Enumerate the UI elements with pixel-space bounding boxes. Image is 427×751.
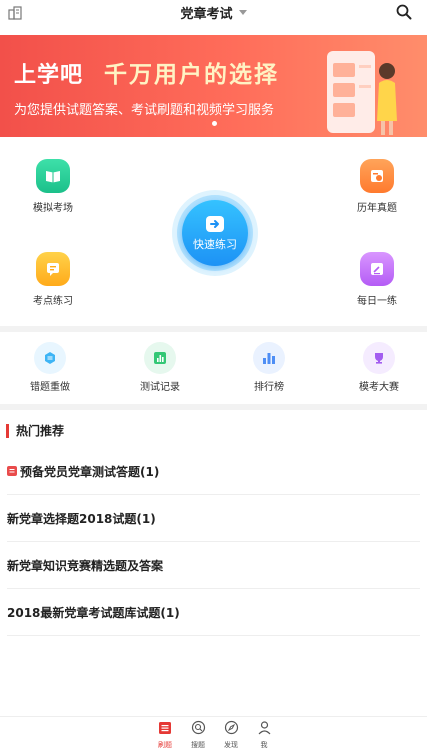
- compass-icon: [224, 720, 238, 735]
- list-item-title: 新党章选择题2018试题(1): [7, 511, 156, 526]
- leaderboard-item[interactable]: 排行榜: [229, 342, 309, 393]
- tab-label: 刷题: [158, 741, 172, 749]
- book-icon: [36, 159, 70, 193]
- wrong-redo-label: 错题重做: [30, 382, 70, 393]
- chat-icon: [36, 252, 70, 286]
- quick-practice-label: 快速练习: [193, 237, 237, 251]
- list-item[interactable]: 新党章选择题2018试题(1): [7, 495, 420, 542]
- banner-illustration: [327, 51, 397, 135]
- daily-practice-label: 每日一练: [357, 296, 397, 307]
- trophy-icon: [363, 342, 395, 374]
- mock-exam-label: 模拟考场: [33, 203, 73, 214]
- carousel-indicator: [212, 121, 217, 126]
- shortcut-row: 错题重做 测试记录 排行榜 模考大赛: [0, 334, 427, 404]
- tab-me[interactable]: 我: [247, 720, 281, 750]
- quick-practice-button[interactable]: 快速练习: [172, 190, 258, 276]
- subject-selector[interactable]: 党章考试: [0, 3, 427, 22]
- practice-grid: 模拟考场 历年真题 快速练习 考点练习 每日一练: [0, 140, 427, 326]
- bottom-tab-bar: 刷题 搜题 发现 我: [0, 716, 427, 751]
- test-records-label: 测试记录: [140, 382, 180, 393]
- bar-chart-icon: [144, 342, 176, 374]
- section-divider: [0, 326, 427, 332]
- past-exams-label: 历年真题: [357, 203, 397, 214]
- swap-icon: [34, 342, 66, 374]
- banner-subtitle: 为您提供试题答案、考试刷题和视频学习服务: [14, 103, 275, 118]
- hot-recommend-title: 热门推荐: [6, 424, 64, 438]
- tab-label: 我: [260, 741, 268, 749]
- page-title: 党章考试: [180, 7, 233, 22]
- user-icon: [258, 721, 270, 735]
- list-icon: [159, 722, 171, 734]
- arrow-right-icon: [206, 215, 224, 232]
- wrong-redo-item[interactable]: 错题重做: [10, 342, 90, 393]
- list-item-title: 预备党员党章测试答题(1): [20, 464, 160, 479]
- daily-practice-tile[interactable]: 每日一练: [337, 252, 417, 307]
- hot-list: 预备党员党章测试答题(1) 新党章选择题2018试题(1) 新党章知识竞赛精选题…: [7, 448, 420, 636]
- list-item-title: 2018最新党章考试题库试题(1): [7, 605, 180, 620]
- tab-label: 搜题: [191, 741, 205, 749]
- tab-practice[interactable]: 刷题: [148, 720, 182, 750]
- list-item-title: 新党章知识竞赛精选题及答案: [7, 558, 164, 573]
- edit-icon: [360, 252, 394, 286]
- promo-banner[interactable]: 上学吧 千万用户的选择 为您提供试题答案、考试刷题和视频学习服务: [0, 35, 427, 137]
- past-exams-tile[interactable]: 历年真题: [337, 159, 417, 214]
- mock-contest-item[interactable]: 模考大赛: [339, 342, 419, 393]
- top-bar: 党章考试: [0, 0, 427, 26]
- search-icon[interactable]: [395, 3, 413, 21]
- tab-discover[interactable]: 发现: [214, 720, 248, 750]
- leaderboard-label: 排行榜: [254, 382, 284, 393]
- list-item[interactable]: 预备党员党章测试答题(1): [7, 448, 420, 495]
- point-practice-tile[interactable]: 考点练习: [13, 252, 93, 307]
- calendar-icon: [360, 159, 394, 193]
- list-item[interactable]: 新党章知识竞赛精选题及答案: [7, 542, 420, 589]
- banner-title-slogan: 千万用户的选择: [104, 62, 279, 88]
- section-divider-2: [0, 404, 427, 410]
- list-item[interactable]: 2018最新党章考试题库试题(1): [7, 589, 420, 636]
- document-icon: [7, 466, 17, 476]
- banner-title-brand: 上学吧: [14, 63, 84, 88]
- tab-search[interactable]: 搜题: [181, 720, 215, 750]
- search-question-icon: [191, 720, 205, 735]
- ranking-icon: [253, 342, 285, 374]
- mock-exam-tile[interactable]: 模拟考场: [13, 159, 93, 214]
- tab-label: 发现: [224, 741, 238, 749]
- point-practice-label: 考点练习: [33, 296, 73, 307]
- mock-contest-label: 模考大赛: [359, 382, 399, 393]
- test-records-item[interactable]: 测试记录: [120, 342, 200, 393]
- app-screen: 党章考试 上学吧 千万用户的选择 为您提供试题答案、考试刷题和视频学习服务 模拟…: [0, 0, 427, 751]
- caret-down-icon: [238, 10, 247, 15]
